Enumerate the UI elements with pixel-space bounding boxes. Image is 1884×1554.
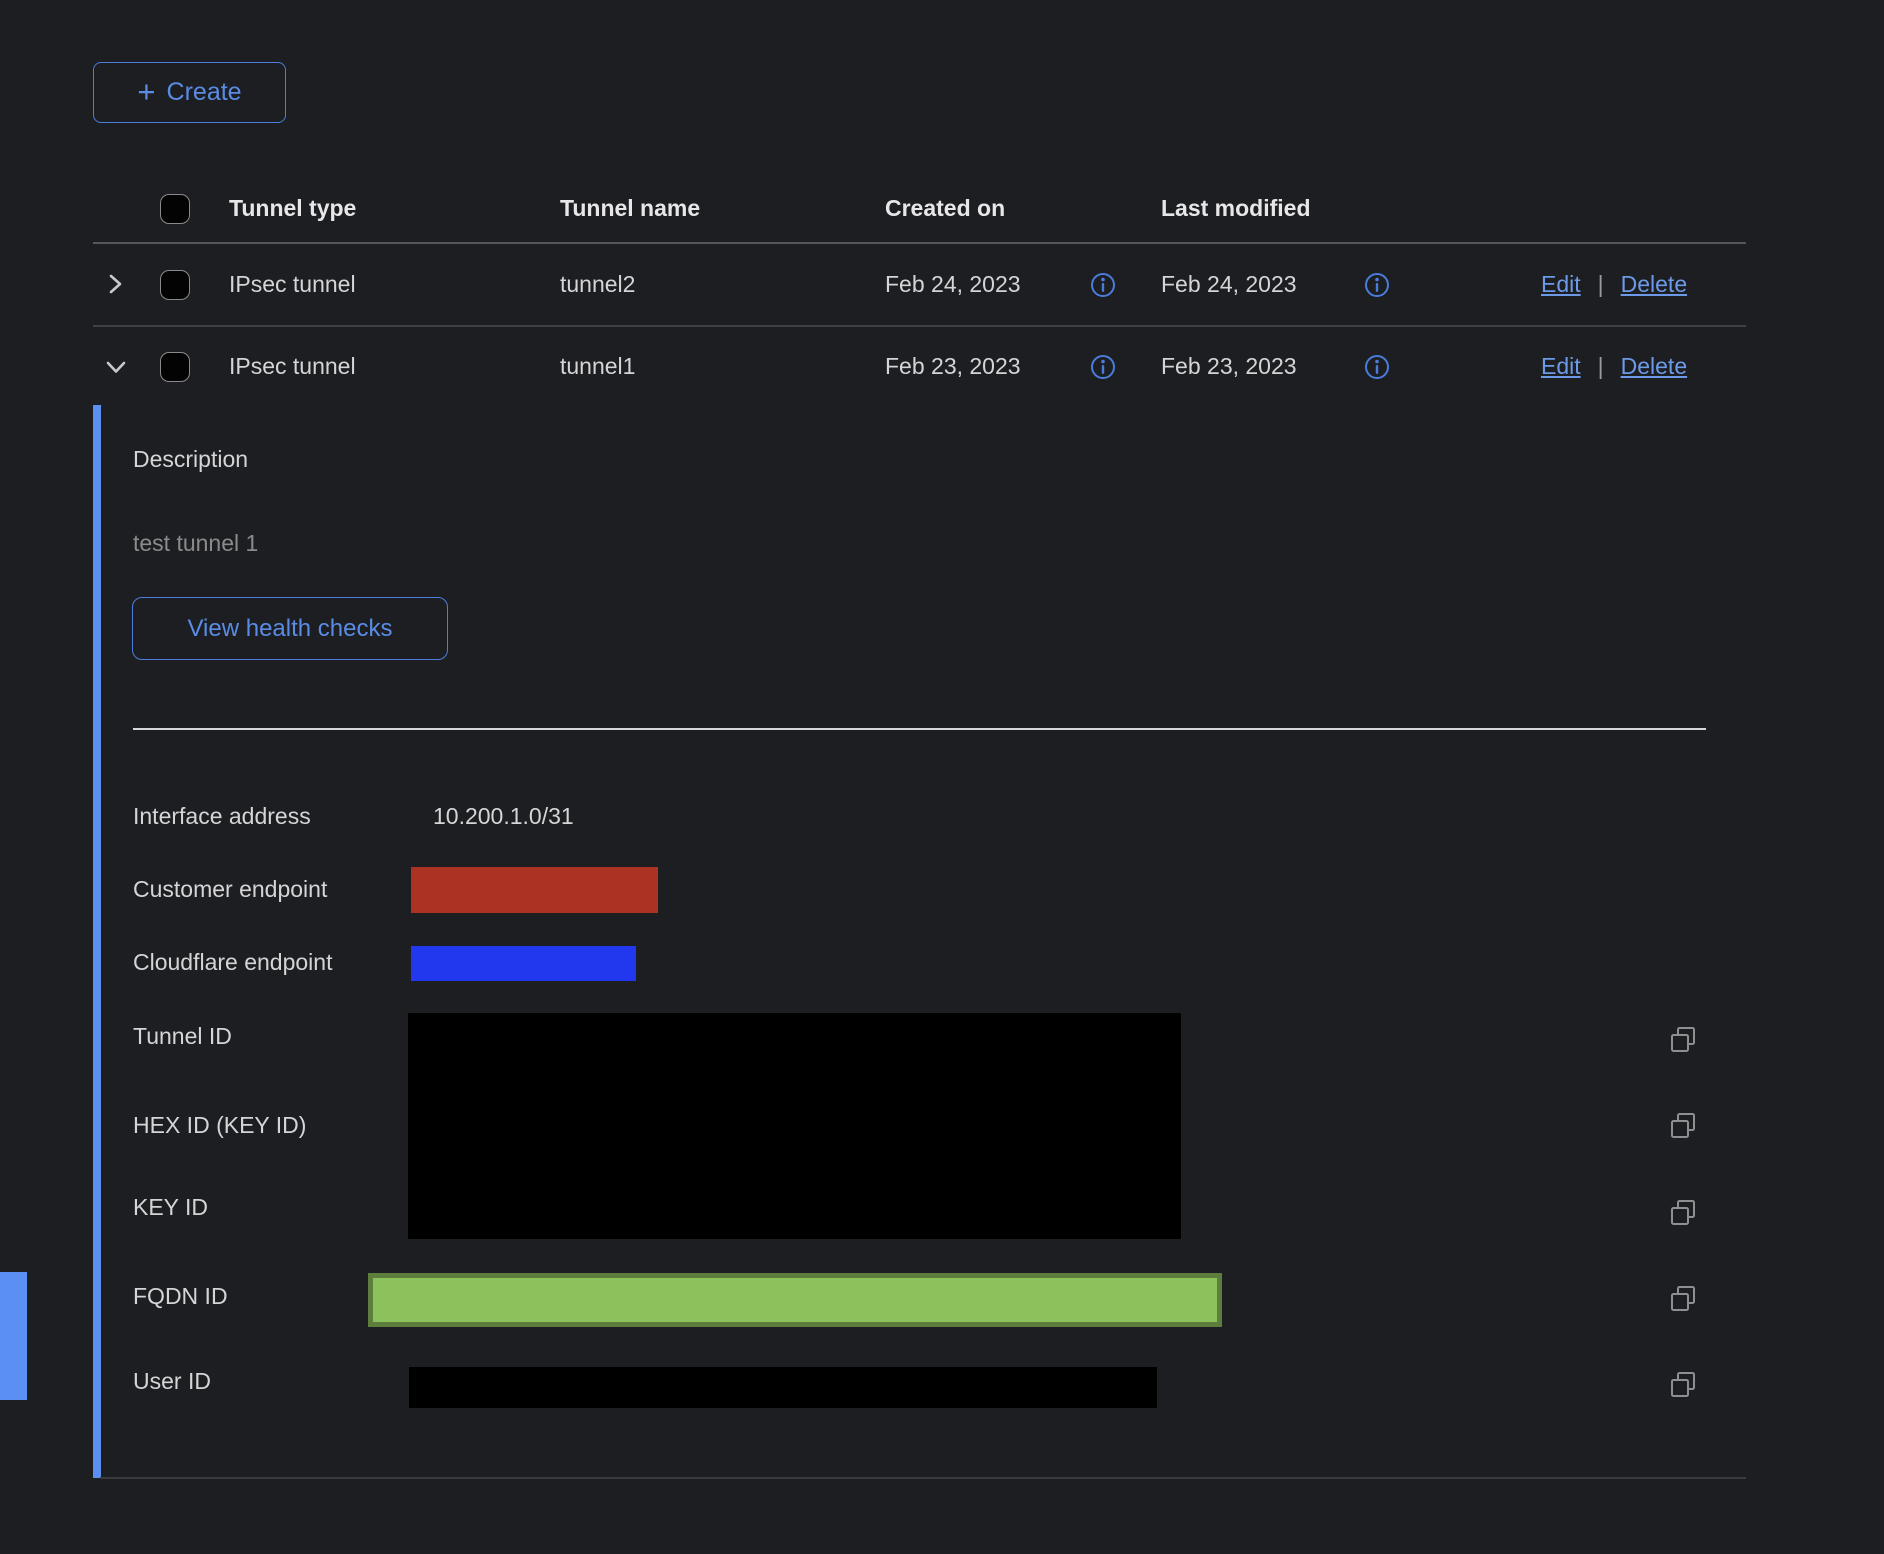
field-label-interface-address: Interface address <box>133 803 311 830</box>
row-divider <box>93 325 1746 327</box>
row-modified-date: Feb 24, 2023 <box>1161 271 1297 298</box>
action-separator: | <box>1598 271 1604 298</box>
row-modified-date: Feb 23, 2023 <box>1161 353 1297 380</box>
row-actions: Edit | Delete <box>1541 271 1687 298</box>
table-bottom-border <box>100 1477 1746 1479</box>
description-label: Description <box>133 446 248 473</box>
row-tunnel-type: IPsec tunnel <box>229 353 356 380</box>
cloudflare-endpoint-redaction <box>411 946 636 981</box>
row-tunnel-type: IPsec tunnel <box>229 271 356 298</box>
section-divider <box>133 728 1706 730</box>
fqdn-id-redaction <box>368 1273 1222 1327</box>
copy-icon[interactable] <box>1668 1370 1698 1400</box>
field-label-fqdn-id: FQDN ID <box>133 1283 228 1310</box>
action-separator: | <box>1598 353 1604 380</box>
info-icon[interactable] <box>1364 354 1390 380</box>
row-created-date: Feb 23, 2023 <box>885 353 1021 380</box>
chevron-down-icon[interactable] <box>103 354 129 380</box>
copy-icon[interactable] <box>1668 1284 1698 1314</box>
edit-link[interactable]: Edit <box>1541 271 1581 298</box>
view-health-checks-button[interactable]: View health checks <box>132 597 448 660</box>
header-tunnel-type: Tunnel type <box>229 195 356 222</box>
header-divider <box>93 242 1746 244</box>
description-value: test tunnel 1 <box>133 530 258 557</box>
header-tunnel-name: Tunnel name <box>560 195 700 222</box>
plus-icon: + <box>137 76 155 107</box>
field-label-hex-id: HEX ID (KEY ID) <box>133 1112 306 1139</box>
user-id-redaction <box>409 1367 1157 1408</box>
copy-icon[interactable] <box>1668 1025 1698 1055</box>
field-label-cloudflare-endpoint: Cloudflare endpoint <box>133 949 332 976</box>
field-label-customer-endpoint: Customer endpoint <box>133 876 327 903</box>
delete-link[interactable]: Delete <box>1621 353 1687 380</box>
select-all-checkbox[interactable] <box>160 194 190 224</box>
edit-link[interactable]: Edit <box>1541 353 1581 380</box>
row-actions: Edit | Delete <box>1541 353 1687 380</box>
bottom-left-accent-bar <box>0 1272 27 1400</box>
create-button[interactable]: + Create <box>93 62 286 123</box>
expanded-accent-bar <box>93 405 101 1478</box>
copy-icon[interactable] <box>1668 1198 1698 1228</box>
row-tunnel-name: tunnel2 <box>560 271 635 298</box>
copy-icon[interactable] <box>1668 1111 1698 1141</box>
header-created-on: Created on <box>885 195 1005 222</box>
info-icon[interactable] <box>1364 272 1390 298</box>
delete-link[interactable]: Delete <box>1621 271 1687 298</box>
header-last-modified: Last modified <box>1161 195 1311 222</box>
row-checkbox[interactable] <box>160 270 190 300</box>
create-button-label: Create <box>167 78 242 107</box>
field-label-user-id: User ID <box>133 1368 211 1395</box>
interface-address-value: 10.200.1.0/31 <box>433 803 574 830</box>
info-icon[interactable] <box>1090 272 1116 298</box>
field-label-key-id: KEY ID <box>133 1194 208 1221</box>
customer-endpoint-redaction <box>411 867 658 913</box>
row-tunnel-name: tunnel1 <box>560 353 635 380</box>
info-icon[interactable] <box>1090 354 1116 380</box>
tunnel-id-redaction <box>408 1013 1181 1239</box>
row-checkbox[interactable] <box>160 352 190 382</box>
chevron-right-icon[interactable] <box>103 271 129 297</box>
field-label-tunnel-id: Tunnel ID <box>133 1023 232 1050</box>
row-created-date: Feb 24, 2023 <box>885 271 1021 298</box>
